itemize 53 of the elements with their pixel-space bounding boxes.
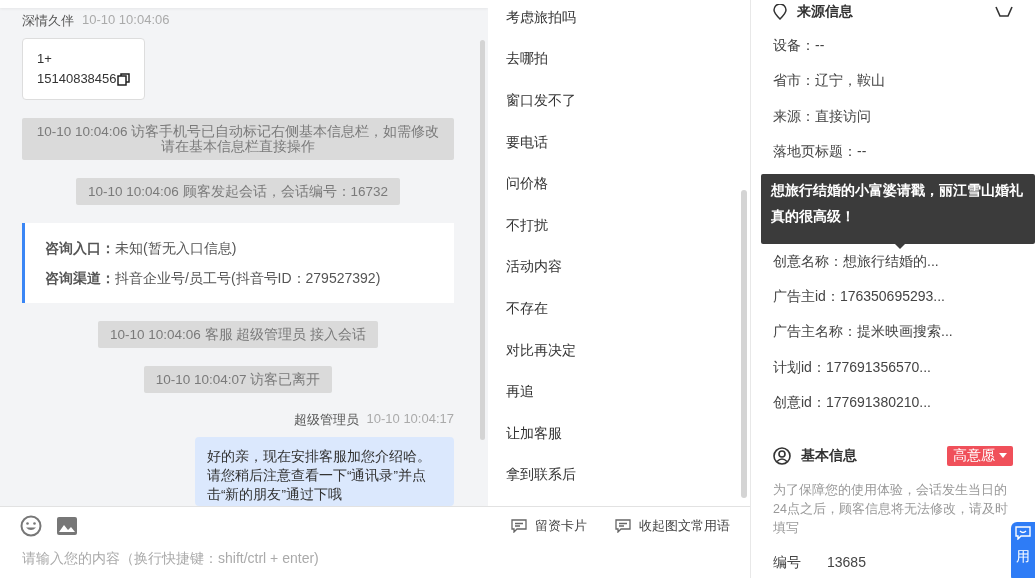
chat-icon: [1015, 526, 1031, 540]
quick-reply-item[interactable]: 去哪拍: [506, 38, 548, 81]
message-text: 15140838456: [37, 70, 117, 88]
quick-reply-item[interactable]: 考虑旅拍吗: [506, 0, 576, 39]
source-row: 设备：--: [773, 37, 825, 53]
quick-reply-item[interactable]: 活动内容: [506, 246, 562, 289]
emoji-icon: [20, 515, 42, 537]
quick-reply-item[interactable]: 再追: [506, 371, 534, 413]
section-title: 基本信息: [801, 446, 857, 465]
float-button[interactable]: 用: [1011, 522, 1035, 578]
field-label: 编号: [773, 553, 801, 572]
message-icon: [615, 519, 631, 533]
quick-reply-item[interactable]: 让加客服: [506, 412, 562, 455]
image-icon: [56, 516, 78, 536]
source-row: 创意id：177691380210...: [773, 394, 931, 411]
quick-reply-item[interactable]: 对比再决定: [506, 329, 576, 372]
source-row: 省市：辽宁，鞍山: [773, 72, 885, 89]
message-time: 10-10 10:04:06: [82, 12, 170, 29]
source-row: 落地页标题：--: [773, 143, 867, 160]
tooltip-text: 想旅行结婚的小富婆请戳，丽江雪山婚礼真的很高级！: [771, 181, 1023, 224]
message-time: 10-10 10:04:17: [366, 411, 454, 428]
caret-icon: [999, 453, 1007, 458]
message-bubble: 好的亲，现在安排客服加您介绍哈。请您稍后注意查看一下“通讯录”并点击“新的朋友”通过下哦: [195, 437, 454, 506]
system-notice: 10-10 10:04:06 访客手机号已自动标记右侧基本信息栏，如需修改请在基本信息栏直接操作: [22, 118, 454, 160]
quick-reply-item[interactable]: 不存在: [506, 288, 548, 330]
field-value: 13685: [827, 553, 866, 572]
message-icon: [511, 519, 527, 533]
info-row-text: 咨询渠道：抖音企业号/员工号(抖音号ID：279527392): [45, 269, 382, 288]
intent-tag[interactable]: 高意愿: [947, 445, 1013, 466]
system-notice: 10-10 10:04:06 顾客发起会话，会话编号：16732: [75, 178, 401, 205]
sender-name: 深情久伴: [22, 12, 74, 30]
toolbar-action[interactable]: 收起图文常用语: [615, 517, 730, 535]
info-row-text: 咨询入口：未知(暂无入口信息): [45, 239, 238, 258]
system-notice: 10-10 10:04:07 访客已离开: [143, 366, 333, 393]
quick-reply-item[interactable]: 问价格: [506, 163, 548, 205]
quick-reply-item[interactable]: 窗口发不了: [506, 80, 576, 122]
system-notice: 10-10 10:04:06 客服 超级管理员 接入会话: [97, 321, 379, 348]
section-title: 来源信息: [797, 3, 853, 21]
source-row: 创意名称：想旅行结婚的...: [773, 252, 939, 269]
sender-name: 超级管理员: [293, 411, 359, 429]
message-text: 1+: [37, 50, 52, 68]
source-row: 来源：直接访问: [773, 107, 871, 124]
source-row: 广告主id：176350695293...: [773, 287, 945, 304]
toolbar-action[interactable]: 留资卡片: [511, 517, 587, 535]
quick-reply-item[interactable]: 拿到联系后: [506, 454, 576, 496]
user-icon: [773, 446, 791, 465]
location-icon: [773, 4, 787, 20]
source-row: 计划id：177691356570...: [773, 358, 931, 375]
quick-reply-item[interactable]: 要电话: [506, 121, 548, 164]
copy-icon: [116, 72, 130, 86]
source-row: 广告主名称：提米映画搜索...: [773, 323, 953, 340]
quick-reply-item[interactable]: 不打扰: [506, 204, 548, 247]
notice-text: 为了保障您的使用体验，会话发生当日的24点之后，顾客信息将无法修改，请及时填写: [773, 481, 1009, 537]
